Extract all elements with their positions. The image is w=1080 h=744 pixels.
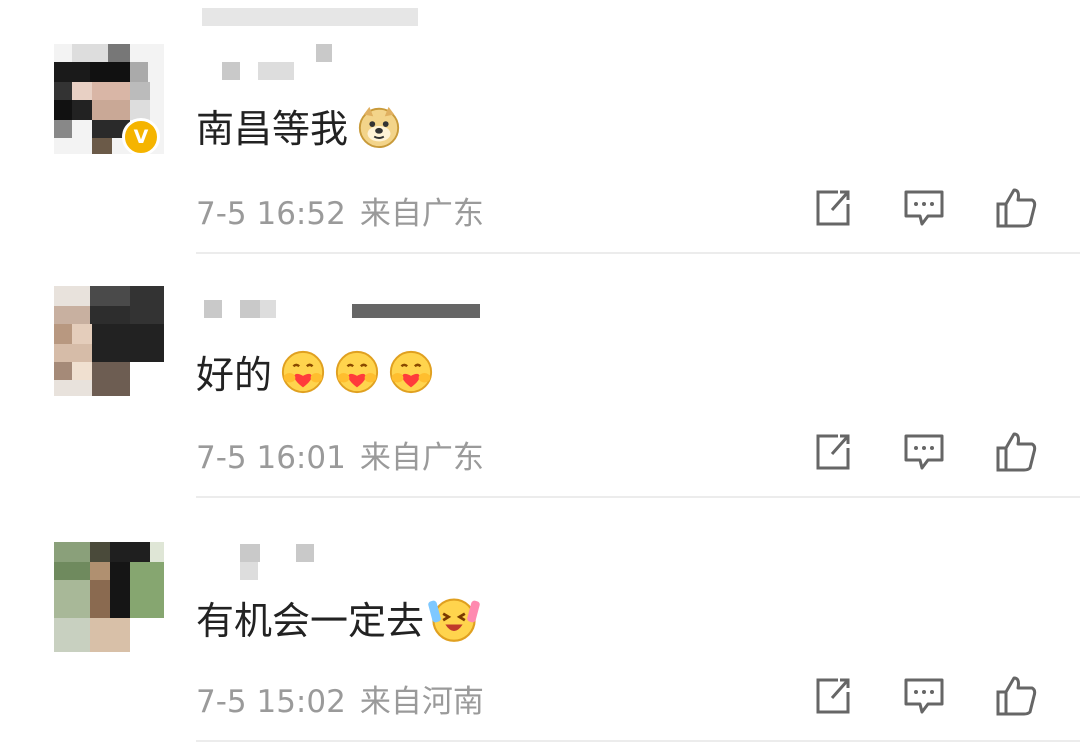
like-icon[interactable] bbox=[992, 672, 1040, 720]
username-blurred[interactable] bbox=[204, 300, 222, 318]
comment-actions bbox=[800, 428, 1050, 476]
excited-face-icon bbox=[428, 598, 480, 642]
comment-body: 有机会一定去 bbox=[196, 599, 425, 643]
comment-meta: 7-5 15:02 来自河南 bbox=[196, 676, 484, 721]
avatar[interactable] bbox=[54, 542, 164, 652]
hug-face-icon bbox=[389, 350, 433, 393]
comment-text: 好的 bbox=[196, 344, 434, 399]
username-blurred[interactable] bbox=[240, 562, 258, 580]
comment-meta: 7-5 16:01 来自广东 bbox=[196, 432, 484, 477]
hug-face-icon bbox=[335, 350, 379, 393]
comment-location: 来自河南 bbox=[359, 684, 484, 720]
repost-icon[interactable] bbox=[808, 428, 856, 476]
divider bbox=[196, 252, 1080, 254]
username-blurred[interactable] bbox=[352, 304, 480, 318]
username-blurred[interactable] bbox=[240, 544, 260, 562]
divider bbox=[196, 496, 1080, 498]
divider bbox=[196, 740, 1080, 742]
avatar[interactable] bbox=[54, 286, 164, 396]
comment-item: 有机会一定去 7-5 15:02 来自河南 bbox=[0, 0, 1080, 742]
comment-date: 7-5 15:02 bbox=[196, 684, 346, 720]
username-blurred[interactable] bbox=[260, 300, 276, 318]
repost-icon[interactable] bbox=[808, 672, 856, 720]
like-icon[interactable] bbox=[992, 428, 1040, 476]
reply-icon[interactable] bbox=[900, 672, 948, 720]
comment-actions bbox=[800, 672, 1050, 720]
username-blurred[interactable] bbox=[296, 544, 314, 562]
hug-face-icon bbox=[281, 350, 325, 393]
comment-date: 7-5 16:01 bbox=[196, 440, 346, 476]
comment-text: 有机会一定去 bbox=[196, 590, 480, 645]
username-blurred[interactable] bbox=[240, 300, 260, 318]
comment-body: 好的 bbox=[196, 353, 273, 397]
reply-icon[interactable] bbox=[900, 428, 948, 476]
comment-location: 来自广东 bbox=[359, 440, 484, 476]
